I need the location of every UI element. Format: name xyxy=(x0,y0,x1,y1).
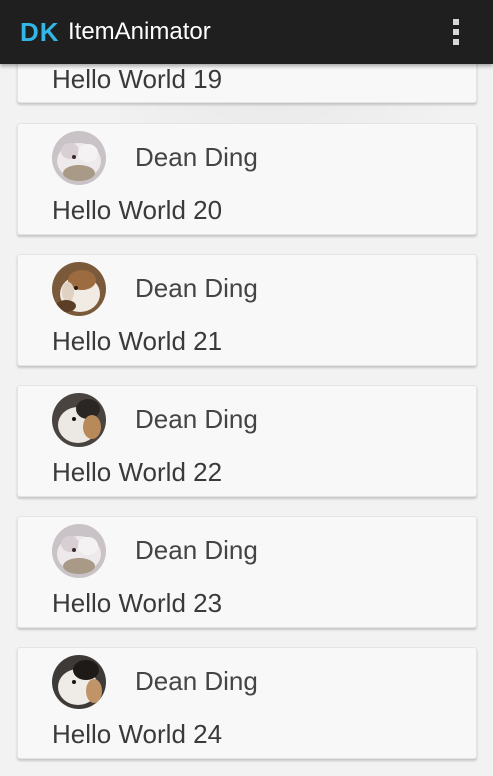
item-list[interactable]: Hello World 19 Dean Ding Hello World 20 xyxy=(0,0,493,776)
list-item[interactable]: Dean Ding Hello World 20 xyxy=(17,123,477,235)
item-message: Hello World 20 xyxy=(52,195,223,225)
item-message: Hello World 21 xyxy=(52,326,223,356)
hamster-photo-icon xyxy=(52,262,106,316)
item-author-name: Dean Ding xyxy=(135,273,258,303)
list-item[interactable]: Dean Ding Hello World 21 xyxy=(17,254,477,366)
item-message: Hello World 23 xyxy=(52,588,223,618)
item-author-name: Dean Ding xyxy=(135,404,258,434)
list-item[interactable]: Dean Ding Hello World 22 xyxy=(17,385,477,497)
app-screen: Hello World 19 Dean Ding Hello World 20 xyxy=(0,0,493,776)
item-author-name: Dean Ding xyxy=(135,666,258,696)
overflow-dot-icon xyxy=(453,19,459,25)
list-item[interactable]: Dean Ding Hello World 24 xyxy=(17,647,477,759)
hamster-photo-icon xyxy=(52,131,106,185)
avatar xyxy=(52,131,106,185)
item-author-name: Dean Ding xyxy=(135,535,258,565)
overflow-dot-icon xyxy=(453,39,459,45)
hamster-photo-icon xyxy=(52,393,106,447)
avatar xyxy=(52,655,106,709)
avatar xyxy=(52,524,106,578)
overflow-dot-icon xyxy=(453,29,459,35)
hamster-photo-icon xyxy=(52,655,106,709)
item-message: Hello World 19 xyxy=(52,64,223,94)
action-bar: DK ItemAnimator xyxy=(0,0,493,64)
avatar xyxy=(52,262,106,316)
overflow-menu-button[interactable] xyxy=(441,14,471,50)
list-item[interactable]: Dean Ding Hello World 23 xyxy=(17,516,477,628)
item-message: Hello World 22 xyxy=(52,457,223,487)
hamster-photo-icon xyxy=(52,524,106,578)
item-author-name: Dean Ding xyxy=(135,142,258,172)
app-logo[interactable]: DK xyxy=(20,14,60,50)
item-message: Hello World 24 xyxy=(52,719,223,749)
avatar xyxy=(52,393,106,447)
app-title: ItemAnimator xyxy=(68,18,211,45)
